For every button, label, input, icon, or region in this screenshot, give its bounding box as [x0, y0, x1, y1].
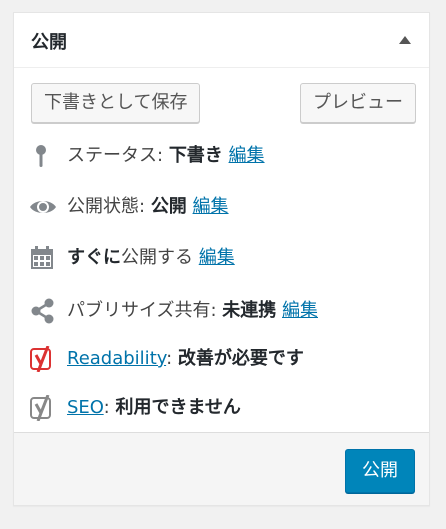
- visibility-value: 公開: [150, 196, 187, 217]
- status-edit-link[interactable]: 編集: [229, 145, 265, 166]
- readability-value: 改善が必要です: [177, 348, 304, 369]
- seo-link[interactable]: SEO: [67, 397, 104, 418]
- pin-icon: [36, 145, 46, 167]
- save-draft-button[interactable]: 下書きとして保存: [31, 83, 201, 123]
- yoast-readability-icon: [30, 346, 51, 372]
- publish-box-title: 公開: [31, 32, 67, 53]
- visibility-label: 公開状態:: [67, 196, 146, 217]
- readability-row: Readability: 改善が必要です: [29, 342, 419, 376]
- share-icon: [31, 298, 54, 324]
- status-value: 下書き: [168, 145, 223, 166]
- seo-separator: :: [103, 397, 110, 418]
- sharing-row: パブリサイズ共有: 未連携 編集: [29, 294, 419, 328]
- visibility-row: 公開状態: 公開 編集: [29, 190, 419, 224]
- schedule-label: 公開する: [121, 247, 193, 268]
- seo-value: 利用できません: [115, 397, 241, 418]
- status-label: ステータス:: [67, 145, 164, 166]
- seo-row: SEO: 利用できません: [29, 391, 419, 425]
- publish-button[interactable]: 公開: [345, 449, 415, 493]
- publish-box-footer: 公開: [14, 432, 429, 505]
- yoast-seo-icon: [30, 395, 51, 421]
- sharing-label: パブリサイズ共有:: [67, 300, 217, 321]
- schedule-when: すぐに: [67, 247, 121, 268]
- visibility-edit-link[interactable]: 編集: [193, 196, 229, 217]
- publish-box-header: 公開: [14, 13, 429, 68]
- publish-box: 公開 下書きとして保存 プレビュー ステータス: 下書き 編集 公開状態: 公開…: [13, 12, 430, 506]
- schedule-row: すぐに公開する 編集: [29, 241, 419, 275]
- eye-icon: [30, 201, 56, 213]
- calendar-icon: [31, 246, 53, 269]
- readability-separator: :: [166, 348, 173, 369]
- status-row: ステータス: 下書き 編集: [29, 139, 419, 173]
- schedule-edit-link[interactable]: 編集: [199, 247, 235, 268]
- collapse-toggle-icon[interactable]: [399, 36, 411, 44]
- sharing-value: 未連携: [222, 300, 277, 321]
- readability-link[interactable]: Readability: [67, 348, 166, 369]
- preview-button[interactable]: プレビュー: [300, 83, 416, 123]
- sharing-edit-link[interactable]: 編集: [282, 300, 318, 321]
